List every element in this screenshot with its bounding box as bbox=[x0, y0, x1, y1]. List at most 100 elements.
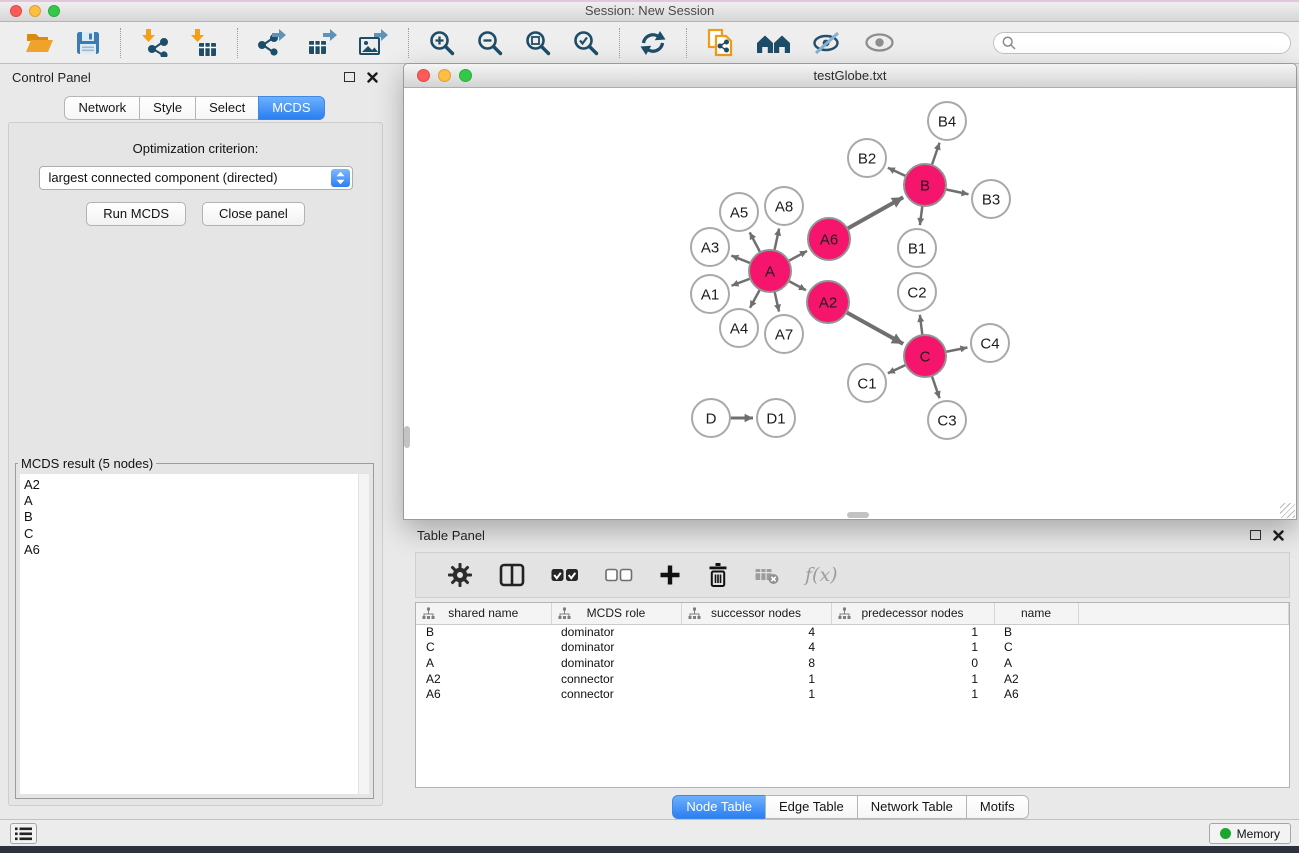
tab-motifs[interactable]: Motifs bbox=[966, 795, 1029, 819]
table-row[interactable]: Bdominator41B bbox=[416, 624, 1289, 640]
zoom-selected-button[interactable] bbox=[569, 28, 603, 58]
column-header-name[interactable]: name bbox=[994, 603, 1078, 624]
network-title: testGlobe.txt bbox=[404, 68, 1296, 83]
column-header-mcds-role[interactable]: MCDS role bbox=[551, 603, 681, 624]
import-table-icon bbox=[190, 29, 217, 57]
run-mcds-button[interactable]: Run MCDS bbox=[86, 202, 186, 226]
network-view-window: testGlobe.txt B4B2BB3A5A8A6B1A3AA1C2A2A4… bbox=[403, 63, 1297, 520]
tab-edge-table[interactable]: Edge Table bbox=[765, 795, 858, 819]
float-panel-icon[interactable] bbox=[1250, 530, 1261, 540]
table-cell: 1 bbox=[831, 686, 994, 702]
table-settings-button[interactable] bbox=[447, 562, 473, 588]
split-columns-icon bbox=[499, 563, 525, 587]
export-network-icon bbox=[258, 29, 286, 56]
close-panel-icon[interactable] bbox=[367, 72, 378, 83]
zoom-out-button[interactable] bbox=[473, 28, 507, 58]
table-row[interactable]: A2connector11A2 bbox=[416, 671, 1289, 687]
open-session-button[interactable] bbox=[21, 29, 58, 57]
scrollbar-track[interactable] bbox=[358, 474, 369, 794]
graph-node-label: B bbox=[920, 178, 930, 195]
table-cell: 1 bbox=[831, 640, 994, 656]
export-network-button[interactable] bbox=[254, 27, 290, 58]
mcds-result-item[interactable]: A bbox=[24, 493, 369, 509]
mcds-result-item[interactable]: C bbox=[24, 526, 369, 542]
graph-node-label: A3 bbox=[701, 240, 719, 257]
hide-details-button[interactable] bbox=[809, 29, 847, 57]
deselect-all-button[interactable] bbox=[605, 564, 633, 586]
tab-mcds[interactable]: MCDS bbox=[258, 96, 324, 120]
mcds-result-item[interactable]: A6 bbox=[24, 542, 369, 558]
save-session-button[interactable] bbox=[72, 29, 104, 57]
duplicate-network-button[interactable] bbox=[703, 26, 738, 59]
float-panel-icon[interactable] bbox=[344, 72, 355, 82]
eye-slash-icon bbox=[813, 31, 843, 55]
tab-select[interactable]: Select bbox=[195, 96, 259, 120]
table-cell: dominator bbox=[551, 624, 681, 640]
houses-icon bbox=[756, 31, 791, 55]
column-header-shared-name[interactable]: shared name bbox=[416, 603, 551, 624]
export-image-button[interactable] bbox=[355, 27, 392, 58]
add-column-button[interactable] bbox=[659, 564, 681, 586]
plus-icon bbox=[659, 564, 681, 586]
desktop-background bbox=[0, 846, 1299, 853]
table-row[interactable]: Cdominator41C bbox=[416, 640, 1289, 656]
delete-column-button[interactable] bbox=[707, 562, 729, 588]
table-cell: A6 bbox=[416, 686, 551, 702]
horizontal-scroll-thumb[interactable] bbox=[847, 512, 869, 518]
column-header-successor-nodes[interactable]: successor nodes bbox=[681, 603, 831, 624]
toolbar-divider bbox=[237, 28, 238, 58]
graph-node-label: C2 bbox=[907, 285, 926, 302]
mcds-result-item[interactable]: A2 bbox=[24, 477, 369, 493]
graph-node-label: B3 bbox=[982, 192, 1000, 209]
graph-node-label: B2 bbox=[858, 151, 876, 168]
cytoscape-app: Session: New Session bbox=[0, 0, 1299, 853]
graph-node-label: C3 bbox=[937, 413, 956, 430]
table-cell: dominator bbox=[551, 640, 681, 656]
close-panel-icon[interactable] bbox=[1273, 530, 1284, 541]
graph-node-label: C bbox=[920, 349, 931, 366]
table-cell: 4 bbox=[681, 624, 831, 640]
network-canvas[interactable]: B4B2BB3A5A8A6B1A3AA1C2A2A4A7C4CC1C3DD1 bbox=[404, 88, 1296, 519]
resize-grip[interactable] bbox=[1280, 503, 1295, 518]
mcds-result-item[interactable]: B bbox=[24, 509, 369, 525]
tab-node-table[interactable]: Node Table bbox=[672, 795, 766, 819]
table-cell: 1 bbox=[831, 671, 994, 687]
select-all-button[interactable] bbox=[551, 564, 579, 586]
fx-icon: f(x) bbox=[805, 564, 838, 586]
column-header-predecessor-nodes[interactable]: predecessor nodes bbox=[831, 603, 994, 624]
import-network-button[interactable] bbox=[137, 27, 172, 59]
tab-network-table[interactable]: Network Table bbox=[857, 795, 967, 819]
network-window-titlebar[interactable]: testGlobe.txt bbox=[404, 64, 1296, 88]
criterion-select[interactable]: largest connected component (directed) bbox=[39, 166, 353, 190]
table-cell: A bbox=[994, 655, 1078, 671]
open-folder-icon bbox=[25, 31, 54, 55]
export-table-button[interactable] bbox=[304, 27, 341, 58]
vertical-scroll-thumb[interactable] bbox=[404, 426, 410, 448]
control-panel-tabs: NetworkStyleSelectMCDS bbox=[0, 96, 390, 120]
search-input[interactable] bbox=[1021, 36, 1282, 50]
export-image-icon bbox=[359, 29, 388, 56]
zoom-fit-icon bbox=[525, 30, 551, 56]
zoom-fit-button[interactable] bbox=[521, 28, 555, 58]
table-cell-filler bbox=[1078, 686, 1289, 702]
table-cell: A2 bbox=[416, 671, 551, 687]
session-title: Session: New Session bbox=[0, 3, 1299, 18]
tab-style[interactable]: Style bbox=[139, 96, 196, 120]
graph-node-label: A4 bbox=[730, 321, 748, 338]
zoom-in-button[interactable] bbox=[425, 28, 459, 58]
split-view-button[interactable] bbox=[499, 563, 525, 587]
show-view-button[interactable] bbox=[861, 31, 898, 54]
close-panel-button[interactable]: Close panel bbox=[202, 202, 305, 226]
table-row[interactable]: A6connector11A6 bbox=[416, 686, 1289, 702]
table-row[interactable]: Adominator80A bbox=[416, 655, 1289, 671]
import-table-button[interactable] bbox=[186, 27, 221, 59]
tab-network[interactable]: Network bbox=[64, 96, 140, 120]
toolbar-divider bbox=[686, 28, 687, 58]
refresh-layout-button[interactable] bbox=[636, 28, 670, 58]
graph-node-label: A2 bbox=[819, 295, 837, 312]
graph-node-label: A1 bbox=[701, 287, 719, 304]
houses-button[interactable] bbox=[752, 29, 795, 57]
task-history-button[interactable] bbox=[10, 823, 37, 844]
gear-icon bbox=[447, 562, 473, 588]
memory-button[interactable]: Memory bbox=[1209, 823, 1291, 844]
